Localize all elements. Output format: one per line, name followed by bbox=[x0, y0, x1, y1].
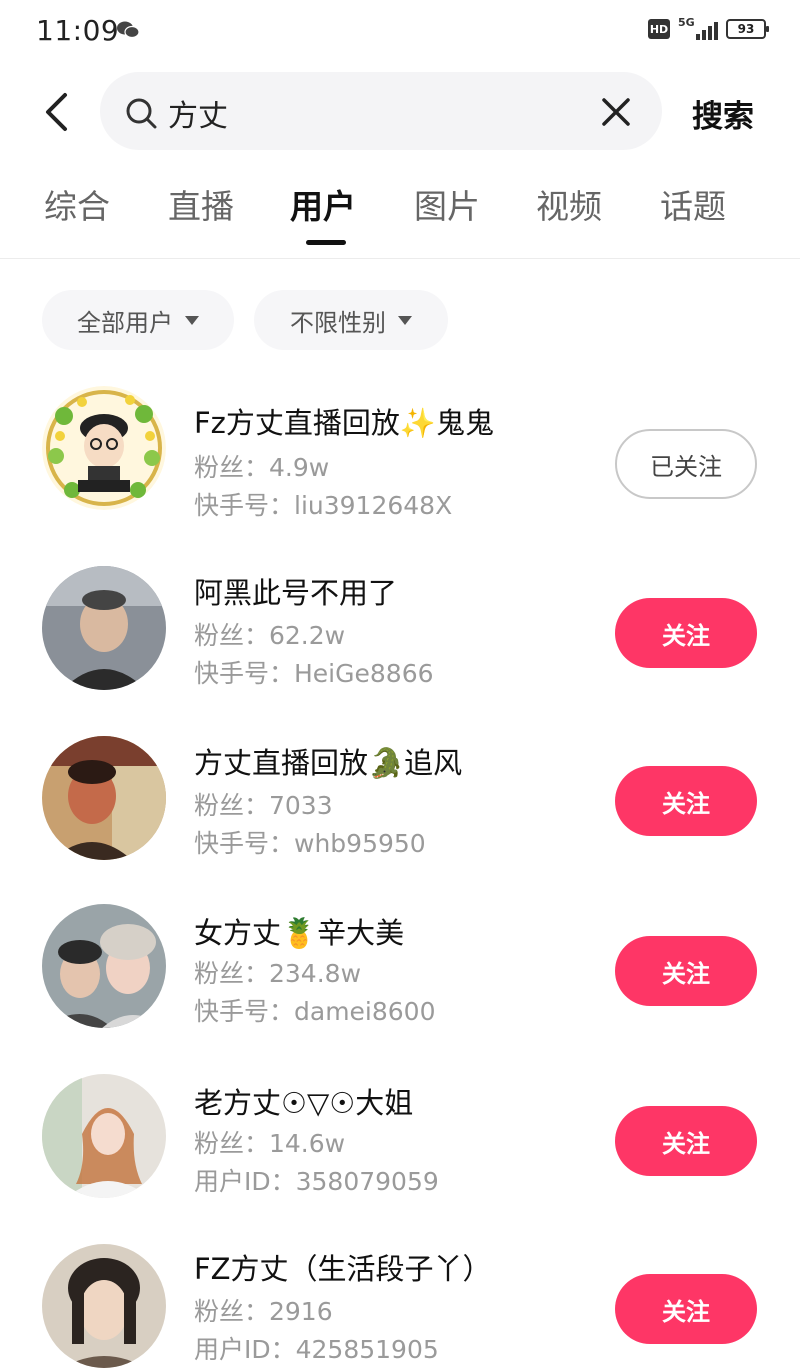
follow-button[interactable]: 关注 bbox=[615, 936, 757, 1006]
back-arrow-icon bbox=[46, 93, 67, 131]
user-name[interactable]: 老方丈☉▽☉大姐 bbox=[194, 1080, 413, 1122]
signal-icon: 5G bbox=[678, 16, 718, 40]
fans-count: 粉丝：14.6w bbox=[194, 1129, 346, 1158]
list-item[interactable]: Fz方丈直播回放✨鬼鬼 粉丝：4.9w 快手号：liu3912648X 已关注 bbox=[0, 380, 800, 540]
tab-topics[interactable]: 话题 bbox=[660, 180, 726, 228]
search-icon bbox=[126, 98, 157, 129]
user-name[interactable]: Fz方丈直播回放✨鬼鬼 bbox=[194, 400, 494, 442]
network-label: 5G bbox=[678, 16, 695, 29]
avatar[interactable] bbox=[42, 386, 166, 510]
list-item[interactable]: 阿黑此号不用了 粉丝：62.2w 快手号：HeiGe8866 关注 bbox=[0, 550, 800, 710]
avatar[interactable] bbox=[42, 566, 166, 690]
hd-badge: HD bbox=[648, 19, 670, 39]
tab-all[interactable]: 综合 bbox=[44, 180, 110, 228]
follow-button[interactable]: 关注 bbox=[615, 766, 757, 836]
user-name[interactable]: 女方丈🍍辛大美 bbox=[194, 910, 404, 952]
account-id: 快手号：whb95950 bbox=[194, 829, 426, 858]
list-item[interactable]: FZ方丈（生活段子丫） 粉丝：2916 用户ID：425851905 关注 bbox=[0, 1230, 800, 1370]
avatar[interactable] bbox=[42, 1074, 166, 1198]
wechat-icon bbox=[117, 21, 140, 39]
back-button[interactable] bbox=[36, 88, 76, 136]
caret-down-icon bbox=[398, 315, 412, 325]
status-time: 11:09 bbox=[36, 14, 120, 47]
fans-count: 粉丝：4.9w bbox=[194, 453, 330, 482]
list-item[interactable]: 老方丈☉▽☉大姐 粉丝：14.6w 用户ID：358079059 关注 bbox=[0, 1060, 800, 1220]
follow-button[interactable]: 已关注 bbox=[615, 429, 757, 499]
search-button[interactable]: 搜索 bbox=[692, 91, 754, 136]
clear-icon[interactable] bbox=[598, 94, 634, 130]
follow-button[interactable]: 关注 bbox=[615, 1106, 757, 1176]
follow-button[interactable]: 关注 bbox=[615, 1274, 757, 1344]
account-id: 快手号：HeiGe8866 bbox=[194, 659, 434, 688]
caret-down-icon bbox=[185, 315, 199, 325]
avatar[interactable] bbox=[42, 736, 166, 860]
filter-label: 全部用户 bbox=[77, 308, 173, 337]
tab-videos[interactable]: 视频 bbox=[536, 180, 602, 228]
fans-count: 粉丝：2916 bbox=[194, 1297, 333, 1326]
user-name[interactable]: 阿黑此号不用了 bbox=[194, 570, 397, 612]
list-item[interactable]: 女方丈🍍辛大美 粉丝：234.8w 快手号：damei8600 关注 bbox=[0, 890, 800, 1050]
list-item[interactable]: 方丈直播回放🐊追风 粉丝：7033 快手号：whb95950 关注 bbox=[0, 720, 800, 880]
status-bar: 11:09 HD 5G 93 bbox=[0, 0, 800, 60]
avatar[interactable] bbox=[42, 904, 166, 1028]
result-tabs: 综合 直播 用户 图片 视频 话题 bbox=[0, 180, 800, 250]
active-tab-indicator bbox=[306, 240, 346, 245]
account-id: 用户ID：358079059 bbox=[194, 1167, 439, 1196]
divider bbox=[0, 258, 800, 259]
fans-count: 粉丝：62.2w bbox=[194, 621, 346, 650]
gender-filter[interactable]: 不限性别 bbox=[254, 290, 448, 350]
account-id: 快手号：damei8600 bbox=[194, 997, 436, 1026]
tab-live[interactable]: 直播 bbox=[168, 180, 234, 228]
fans-count: 粉丝：234.8w bbox=[194, 959, 362, 988]
account-id: 用户ID：425851905 bbox=[194, 1335, 439, 1364]
battery-icon: 93 bbox=[726, 19, 769, 39]
account-id: 快手号：liu3912648X bbox=[194, 491, 453, 520]
user-type-filter[interactable]: 全部用户 bbox=[42, 290, 234, 350]
search-query: 方丈 bbox=[168, 99, 228, 134]
tab-images[interactable]: 图片 bbox=[414, 180, 480, 228]
filter-label: 不限性别 bbox=[290, 308, 386, 337]
fans-count: 粉丝：7033 bbox=[194, 791, 333, 820]
user-name[interactable]: FZ方丈（生活段子丫） bbox=[194, 1246, 492, 1288]
tab-users[interactable]: 用户 bbox=[290, 180, 356, 228]
avatar[interactable] bbox=[42, 1244, 166, 1368]
user-name[interactable]: 方丈直播回放🐊追风 bbox=[194, 740, 462, 782]
follow-button[interactable]: 关注 bbox=[615, 598, 757, 668]
